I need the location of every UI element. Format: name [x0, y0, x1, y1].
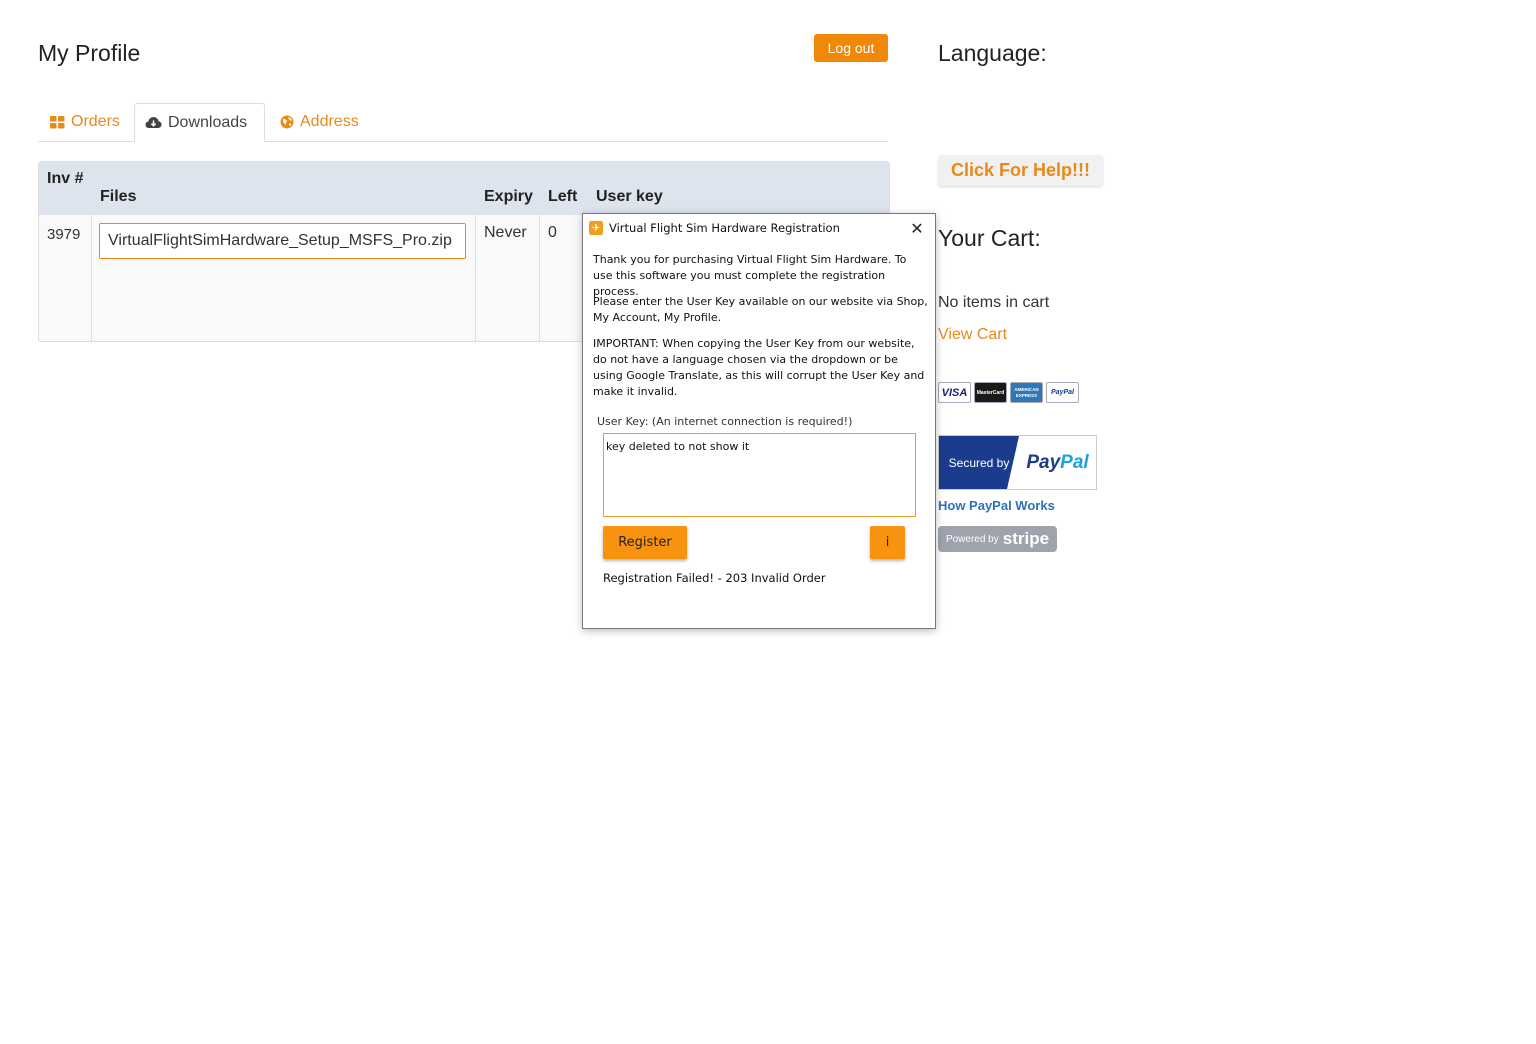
amex-logo: AMERICAN EXPRESS — [1010, 382, 1043, 403]
tab-orders-label: Orders — [71, 113, 120, 130]
stripe-logo: stripe — [1002, 529, 1050, 548]
logout-button[interactable]: Log out — [814, 34, 888, 62]
header-left: Left — [548, 188, 578, 205]
header-inv: Inv # — [47, 170, 84, 187]
app-icon: ✈ — [589, 221, 603, 235]
paypal-logo-pal: Pal — [1060, 451, 1089, 473]
dialog-title: Virtual Flight Sim Hardware Registration — [609, 221, 840, 235]
visa-card-logo: VISA — [938, 382, 971, 403]
dialog-intro-text: Thank you for purchasing Virtual Flight … — [593, 253, 907, 298]
tab-downloads-label: Downloads — [168, 113, 248, 131]
tab-address[interactable]: Address — [270, 103, 369, 141]
header-files: Files — [100, 188, 137, 205]
mastercard-logo: MasterCard — [974, 382, 1007, 403]
tab-orders[interactable]: Orders — [40, 103, 130, 141]
row-inv: 3979 — [47, 226, 81, 243]
tab-address-label: Address — [300, 113, 359, 130]
file-download-link[interactable]: VirtualFlightSimHardware_Setup_MSFS_Pro.… — [99, 223, 466, 259]
dialog-instructions-text: Please enter the User Key available on o… — [593, 295, 928, 324]
stripe-powered-text: Powered by — [945, 533, 999, 545]
powered-by-stripe-badge: Powered by stripe — [938, 526, 1057, 552]
paypal-secured-badge: Secured by Pay Pal — [938, 435, 1097, 490]
paypal-secured-text: Secured by — [939, 436, 1019, 489]
header-expiry: Expiry — [484, 188, 533, 205]
column-divider — [539, 215, 540, 341]
row-expiry: Never — [484, 224, 527, 241]
help-button[interactable]: Click For Help!!! — [938, 155, 1103, 186]
registration-dialog: ✈ Virtual Flight Sim Hardware Registrati… — [582, 213, 936, 629]
page-title: My Profile — [38, 40, 141, 66]
user-key-input[interactable]: key deleted to not show it — [603, 433, 916, 517]
paypal-logo: Pay Pal — [1019, 436, 1096, 489]
globe-icon — [280, 115, 294, 129]
dialog-titlebar[interactable]: ✈ Virtual Flight Sim Hardware Registrati… — [583, 214, 935, 242]
cart-heading: Your Cart: — [938, 225, 1041, 251]
header-user-key: User key — [596, 188, 663, 205]
paypal-logo-pay: Pay — [1026, 451, 1061, 473]
registration-status: Registration Failed! - 203 Invalid Order — [603, 571, 826, 585]
row-left: 0 — [548, 224, 557, 241]
profile-tabs: Orders Downloads Address — [38, 103, 888, 142]
table-header: Inv # Files Expiry Left User key — [39, 162, 889, 215]
info-button[interactable]: i — [870, 526, 905, 559]
user-key-label: User Key: (An internet connection is req… — [597, 415, 853, 428]
cloud-download-icon — [145, 117, 162, 128]
close-icon[interactable]: ✕ — [907, 217, 927, 239]
view-cart-link[interactable]: View Cart — [938, 326, 1007, 344]
tab-downloads[interactable]: Downloads — [134, 103, 265, 142]
grid-icon — [50, 115, 65, 128]
register-button[interactable]: Register — [603, 526, 687, 559]
payment-cards: VISA MasterCard AMERICAN EXPRESS PayPal — [938, 382, 1079, 403]
paypal-card-logo: PayPal — [1046, 382, 1079, 403]
column-divider — [91, 215, 92, 341]
language-heading: Language: — [938, 40, 1047, 66]
how-paypal-works-link[interactable]: How PayPal Works — [938, 498, 1055, 513]
column-divider — [475, 215, 476, 341]
cart-empty-text: No items in cart — [938, 294, 1050, 311]
dialog-important-text: IMPORTANT: When copying the User Key fro… — [593, 337, 925, 398]
